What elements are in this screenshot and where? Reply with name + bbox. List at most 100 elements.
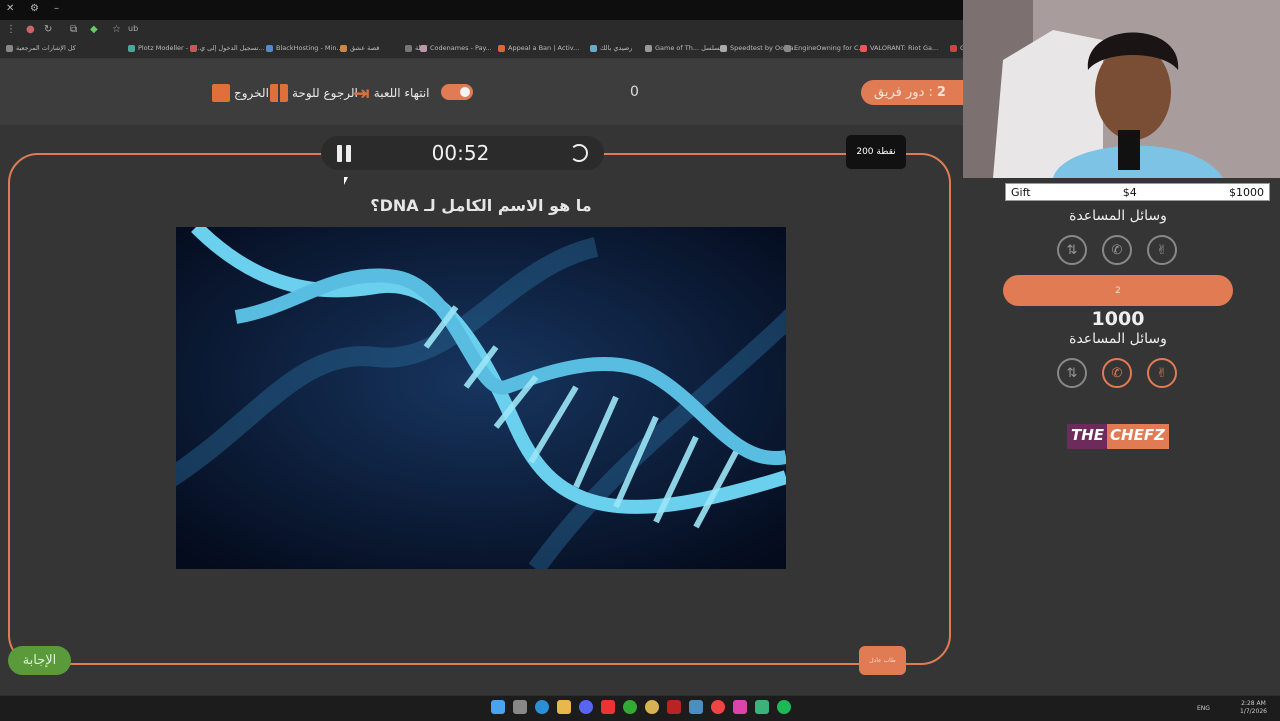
edge-icon[interactable] xyxy=(535,700,549,714)
browser-titlebar: ✕ ⚙ – xyxy=(0,0,963,20)
settings-icon[interactable]: ⚙ xyxy=(30,3,39,14)
menu-icon[interactable]: ⋮ xyxy=(6,24,16,35)
app-pink-icon[interactable] xyxy=(733,700,747,714)
streamer-webcam xyxy=(963,0,1280,178)
xbox-icon[interactable] xyxy=(623,700,637,714)
bookmark-item[interactable]: EngineOwning for C... xyxy=(784,44,865,52)
bookmark-favicon-icon xyxy=(498,44,505,52)
header-score: 0 xyxy=(630,84,639,100)
language-indicator[interactable]: ENG xyxy=(1197,705,1210,712)
youtube-icon[interactable] xyxy=(601,700,615,714)
bookmark-favicon-icon xyxy=(420,44,427,52)
address-bar[interactable]: ub xyxy=(128,24,138,33)
extensions-icon[interactable]: ⧉ xyxy=(70,24,77,35)
help-title-team1: وسائل المساعدة xyxy=(1069,208,1167,224)
bookmark-label: BlackHosting - Min... xyxy=(276,44,343,52)
bookmark-item[interactable]: Appeal a Ban | Activ... xyxy=(498,44,579,52)
bookmark-label: Appeal a Ban | Activ... xyxy=(508,44,580,52)
spotify-icon[interactable] xyxy=(777,700,791,714)
bookmark-favicon-icon xyxy=(266,44,273,52)
dna-helix-image xyxy=(176,227,786,569)
end-game-label: انتهاء اللعبة xyxy=(373,86,430,100)
app-red-icon[interactable] xyxy=(667,700,681,714)
bookmark-label: كل الإشارات المرجعية xyxy=(16,44,76,52)
end-game-toggle[interactable] xyxy=(441,84,473,100)
star-icon[interactable]: ☆ xyxy=(112,24,121,35)
app-icon[interactable] xyxy=(645,700,659,714)
bookmark-favicon-icon xyxy=(590,44,597,52)
bookmark-item[interactable]: VALORANT: Riot Ga... xyxy=(860,44,938,52)
team-name: 2 xyxy=(1003,275,1233,306)
bookmark-item[interactable]: رصيدي بالك xyxy=(590,44,632,52)
timer-bar: 00:52 xyxy=(321,136,604,170)
reset-timer-icon[interactable] xyxy=(569,144,588,162)
answer-button[interactable]: الإجابة xyxy=(8,646,71,675)
exit-door-icon xyxy=(212,84,230,102)
bookmark-favicon-icon xyxy=(6,44,13,52)
clock-time: 2:28 AM xyxy=(1241,700,1266,707)
gift-total: $1000 xyxy=(1228,185,1264,199)
windows-start-icon[interactable] xyxy=(491,700,505,714)
grid-icon xyxy=(270,84,288,102)
bookmarks-bar: كل الإشارات المرجعية Plotz Modeller - Mi.… xyxy=(0,42,973,59)
points-badge: 200 نقطة xyxy=(846,135,906,169)
team-button[interactable]: طاب عادل xyxy=(859,646,906,675)
arrow-right-icon: ⇥ xyxy=(353,81,370,105)
mouse-cursor xyxy=(344,177,348,185)
bookmark-favicon-icon xyxy=(950,44,957,52)
minimize-icon[interactable]: – xyxy=(54,3,59,14)
question-text: ما هو الاسم الكامل لـ DNA؟ xyxy=(370,196,592,215)
bookmark-item[interactable]: BlackHosting - Min... xyxy=(266,44,343,52)
turn-number: 2 xyxy=(936,85,946,100)
peace-hand-icon[interactable]: ✌ xyxy=(1147,358,1177,388)
bookmark-item[interactable]: كل الإشارات المرجعية xyxy=(6,44,76,52)
bookmark-favicon-icon xyxy=(405,44,412,52)
pause-button[interactable] xyxy=(337,144,351,162)
end-game-button[interactable]: ⇥ انتهاء اللعبة xyxy=(353,81,430,105)
bookmark-favicon-icon xyxy=(720,44,727,52)
close-icon[interactable]: ✕ xyxy=(6,3,14,14)
bookmark-favicon-icon xyxy=(784,44,791,52)
task-view-icon[interactable] xyxy=(513,700,527,714)
gift-label: Gift xyxy=(1011,185,1031,199)
bookmark-item[interactable]: Codenames - Pay... xyxy=(420,44,492,52)
phone-icon[interactable]: ✆ xyxy=(1102,235,1132,265)
file-explorer-icon[interactable] xyxy=(557,700,571,714)
back-to-board-button[interactable]: الرجوع للوحة xyxy=(270,82,358,104)
exit-button[interactable]: الخروج xyxy=(212,82,269,104)
bookmark-label: قصة عشق xyxy=(350,44,380,52)
gift-amount: $4 xyxy=(1122,185,1137,199)
logo-part1: THE xyxy=(1067,424,1108,449)
turn-indicator: دور فريق : 2 xyxy=(861,80,963,105)
bookmark-item[interactable]: قصة عشق xyxy=(340,44,379,52)
profile-icon[interactable]: ● xyxy=(26,24,35,35)
swap-icon[interactable]: ⇅ xyxy=(1057,235,1087,265)
shield-icon[interactable]: ◆ xyxy=(90,24,98,35)
peace-hand-icon[interactable]: ✌ xyxy=(1147,235,1177,265)
clock-date: 1/7/2026 xyxy=(1240,708,1267,715)
bookmark-label: Game of Th... مسلسل xyxy=(655,44,724,52)
bookmark-favicon-icon xyxy=(190,44,197,52)
system-clock[interactable]: 2:28 AM 1/7/2026 xyxy=(1240,700,1267,716)
steam-icon[interactable] xyxy=(689,700,703,714)
browser-toolbar: ⋮ ● ↻ ⧉ ◆ ☆ ub xyxy=(0,20,963,42)
bookmark-label: Codenames - Pay... xyxy=(430,44,492,52)
phone-icon[interactable]: ✆ xyxy=(1102,358,1132,388)
app-green-icon[interactable] xyxy=(755,700,769,714)
the-chefz-logo: THE CHEFZ xyxy=(1067,424,1169,449)
chrome-icon[interactable] xyxy=(711,700,725,714)
bookmark-favicon-icon xyxy=(645,44,652,52)
bookmark-label: رصيدي بالك xyxy=(600,44,633,52)
bookmark-favicon-icon xyxy=(340,44,347,52)
turn-label: دور فريق : xyxy=(874,85,933,100)
back-to-board-label: الرجوع للوحة xyxy=(292,86,358,100)
bookmark-label: VALORANT: Riot Ga... xyxy=(870,44,939,52)
swap-icon[interactable]: ⇅ xyxy=(1057,358,1087,388)
bookmark-favicon-icon xyxy=(128,44,135,52)
bookmark-item[interactable]: Game of Th... مسلسل xyxy=(645,44,723,52)
help-title-team2: وسائل المساعدة xyxy=(1069,331,1167,347)
bookmark-label: EngineOwning for C... xyxy=(794,44,865,52)
bookmark-item[interactable]: تسجيل الدخول إلى ي... xyxy=(190,44,265,52)
reload-icon[interactable]: ↻ xyxy=(44,24,52,35)
discord-icon[interactable] xyxy=(579,700,593,714)
